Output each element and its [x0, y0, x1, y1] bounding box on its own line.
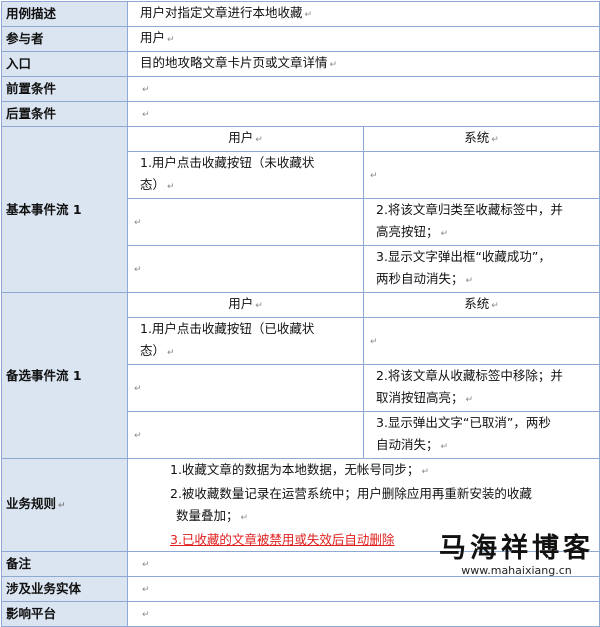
alt-flow-header-row: 备选事件流 1 用户 ↵ 系统 ↵ — [1, 292, 600, 459]
alt-flow-user-empty-2: ↵ — [127, 364, 364, 412]
label-platform: 影响平台 — [1, 601, 128, 627]
basic-flow-header-row: 基本事件流 1 用户 ↵ 系统 ↵ — [1, 126, 600, 293]
alt-flow-system-step-3: 3.显示弹出文字“已取消”，两秒 自动消失； ↵ — [363, 411, 600, 459]
basic-flow-col-user: 用户 ↵ — [127, 126, 364, 152]
row-actor: 参与者 用户 ↵ — [1, 26, 600, 52]
label-alt-flow: 备选事件流 1 — [1, 292, 128, 459]
watermark: 马海祥博客 www.mahaixiang.cn — [439, 533, 594, 578]
rule-2: 2.被收藏数量记录在运营系统中；用户删除应用再重新安装的收藏 — [170, 486, 532, 501]
value-postcondition: ↵ — [127, 101, 600, 127]
row-entity: 涉及业务实体 ↵ — [1, 576, 600, 602]
alt-flow-user-empty-3: ↵ — [127, 411, 364, 459]
label-entry: 入口 — [1, 51, 128, 77]
rule-1: 1.收藏文章的数据为本地数据，无帐号同步； ↵ — [170, 462, 429, 477]
alt-flow-system-step-2: 2.将该文章从收藏标签中移除；并 取消按钮高亮； ↵ — [363, 364, 600, 412]
label-description: 用例描述 — [1, 1, 128, 27]
alt-flow-system-empty-1: ↵ — [363, 317, 600, 365]
basic-flow-system-empty-1: ↵ — [363, 151, 600, 199]
watermark-url: www.mahaixiang.cn — [461, 564, 572, 577]
label-note: 备注 — [1, 551, 128, 577]
alt-flow-col-user: 用户 ↵ — [127, 292, 364, 318]
row-precondition: 前置条件 ↵ — [1, 76, 600, 102]
value-entry: 目的地攻略文章卡片页或文章详情 ↵ — [127, 51, 600, 77]
basic-flow-system-step-3: 3.显示文字弹出框“收藏成功”， 两秒自动消失； ↵ — [363, 245, 600, 293]
label-entity: 涉及业务实体 — [1, 576, 128, 602]
label-basic-flow: 基本事件流 1 — [1, 126, 128, 293]
basic-flow-col-system: 系统 ↵ — [363, 126, 600, 152]
label-business-rules: 业务规则 ↵ — [1, 458, 128, 552]
basic-flow-user-empty-2: ↵ — [127, 198, 364, 246]
label-actor: 参与者 — [1, 26, 128, 52]
row-platform: 影响平台 ↵ — [1, 601, 600, 627]
value-actor: 用户 ↵ — [127, 26, 600, 52]
value-precondition: ↵ — [127, 76, 600, 102]
value-description: 用户对指定文章进行本地收藏 ↵ — [127, 1, 600, 27]
basic-flow-user-step-1: 1.用户点击收藏按钮（未收藏状 态） ↵ — [127, 151, 364, 199]
alt-flow-col-system: 系统 ↵ — [363, 292, 600, 318]
row-entry: 入口 目的地攻略文章卡片页或文章详情 ↵ — [1, 51, 600, 77]
label-postcondition: 后置条件 — [1, 101, 128, 127]
row-description: 用例描述 用户对指定文章进行本地收藏 ↵ — [1, 1, 600, 27]
value-platform: ↵ — [127, 601, 600, 627]
rule-2-continued: 数量叠加； ↵ — [176, 508, 249, 523]
watermark-title: 马海祥博客 — [439, 533, 594, 564]
label-precondition: 前置条件 — [1, 76, 128, 102]
row-postcondition: 后置条件 ↵ — [1, 101, 600, 127]
alt-flow-user-step-1: 1.用户点击收藏按钮（已收藏状 态） ↵ — [127, 317, 364, 365]
value-entity: ↵ — [127, 576, 600, 602]
basic-flow-system-step-2: 2.将该文章归类至收藏标签中，并 高亮按钮； ↵ — [363, 198, 600, 246]
basic-flow-user-empty-3: ↵ — [127, 245, 364, 293]
